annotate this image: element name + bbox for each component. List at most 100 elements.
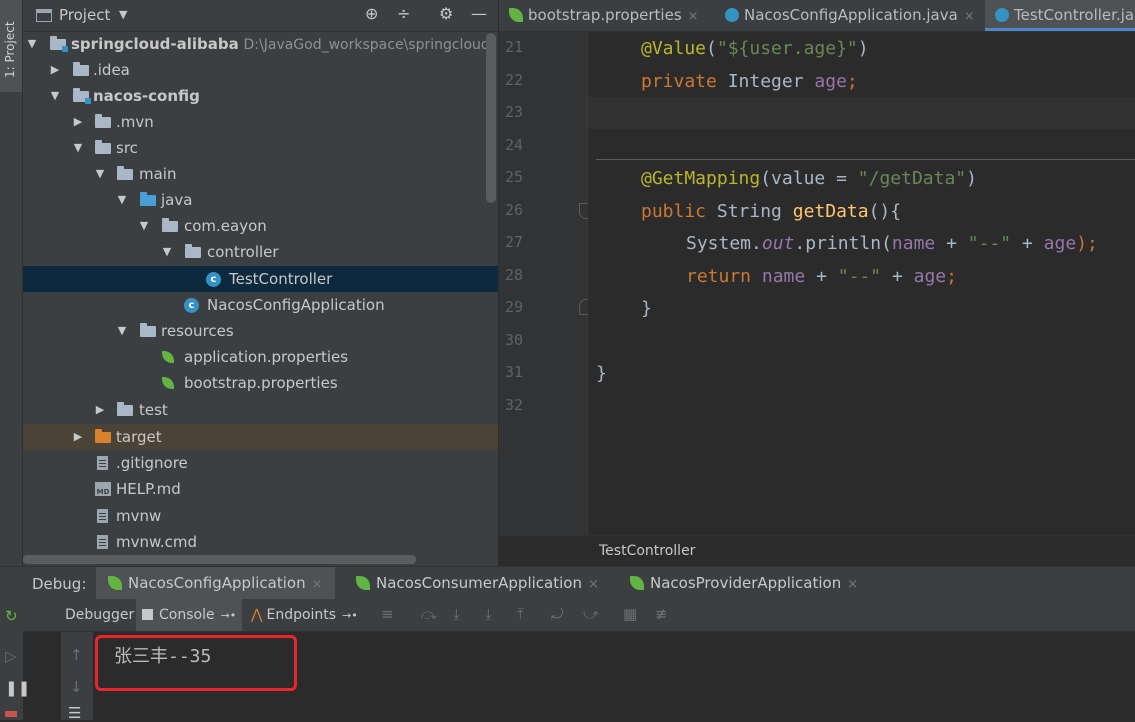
tree-item-main[interactable]: ▼ main: [23, 161, 498, 187]
tree-item-help-md[interactable]: MD HELP.md: [23, 476, 498, 502]
chevron-down-icon[interactable]: ▼: [119, 8, 127, 21]
chevron-down-icon[interactable]: ▼: [116, 187, 128, 213]
chevron-right-icon[interactable]: ▶: [72, 109, 84, 135]
close-icon[interactable]: ×: [964, 9, 975, 24]
folder-icon: [117, 402, 133, 416]
folder-icon: [73, 62, 89, 76]
folder-icon: [95, 140, 111, 154]
step-over-icon[interactable]: ⤓: [453, 605, 460, 623]
project-vertical-scrollbar[interactable]: [486, 33, 496, 203]
console-output-area[interactable]: 张三丰--35: [94, 632, 1135, 720]
trace-icon[interactable]: ≢: [655, 605, 668, 623]
tree-item-label: src: [116, 139, 138, 157]
tree-item-controller[interactable]: ▼ controller: [23, 239, 498, 265]
tree-item-test[interactable]: ▶ test: [23, 397, 498, 423]
collapse-all-icon[interactable]: ÷: [397, 4, 410, 23]
chevron-down-icon[interactable]: ▼: [49, 83, 61, 109]
folder-icon: [95, 114, 111, 128]
spring-boot-class-icon: c: [184, 298, 199, 313]
chevron-down-icon[interactable]: ▼: [138, 213, 150, 239]
chevron-right-icon[interactable]: ▶: [49, 57, 61, 83]
tab-console[interactable]: Console →•: [136, 599, 243, 631]
endpoints-icon: ⋀: [251, 607, 263, 623]
show-execution-point-icon[interactable]: ⤼: [421, 605, 437, 623]
tree-item-label: application.properties: [184, 348, 349, 366]
tree-item-bootstrap-properties[interactable]: bootstrap.properties: [23, 370, 498, 396]
tree-item-application-properties[interactable]: application.properties: [23, 344, 498, 370]
tab-debugger[interactable]: Debugger: [61, 599, 138, 631]
pause-icon[interactable]: ❚❚: [5, 679, 30, 697]
chevron-down-icon[interactable]: ▼: [161, 239, 173, 265]
tab-bootstrap-properties[interactable]: bootstrap.properties ×: [509, 0, 699, 31]
close-icon[interactable]: ×: [688, 9, 699, 24]
chevron-down-icon[interactable]: ▼: [26, 31, 38, 57]
drop-frame-icon[interactable]: ⤾: [551, 605, 564, 623]
tree-item-mvnw-cmd[interactable]: mvnw.cmd: [23, 529, 498, 555]
pin-icon[interactable]: →•: [342, 609, 358, 622]
tab-testcontroller[interactable]: TestController.ja: [985, 0, 1135, 31]
spring-properties-icon: [162, 351, 174, 363]
tree-item-gitignore[interactable]: .gitignore: [23, 450, 498, 476]
tree-item-java[interactable]: ▼ java: [23, 187, 498, 213]
close-icon[interactable]: ×: [847, 577, 858, 592]
run-to-cursor-icon[interactable]: ⤻: [583, 605, 599, 623]
tree-root-row[interactable]: ▼ springcloud-alibaba D:\JavaGod_workspa…: [23, 31, 498, 57]
pin-icon[interactable]: →•: [221, 609, 237, 622]
close-icon[interactable]: ×: [312, 577, 323, 592]
project-panel-header: Project ▼ ⊕ ÷ ⚙ —: [23, 0, 498, 32]
chevron-right-icon[interactable]: ▶: [94, 397, 106, 423]
package-icon: [162, 218, 178, 232]
tree-item-nacos-config[interactable]: ▼ nacos-config: [23, 83, 498, 109]
hide-icon[interactable]: —: [471, 4, 487, 23]
tree-item-src[interactable]: ▼ src: [23, 135, 498, 161]
chevron-down-icon[interactable]: ▼: [94, 161, 106, 187]
tool-window-stripe: 1: Project: [0, 0, 23, 566]
arrow-down-icon[interactable]: ↓: [70, 678, 83, 696]
tree-item-testcontroller[interactable]: c TestController: [23, 266, 498, 292]
line-number: 28: [505, 266, 524, 284]
code-line-22: private Integer age;: [641, 71, 858, 92]
current-line-highlight: [588, 97, 1135, 129]
tree-item-resources[interactable]: ▼ resources: [23, 318, 498, 344]
tree-item-com-eayon[interactable]: ▼ com.eayon: [23, 213, 498, 239]
tab-debug-nacosproviderapplication[interactable]: NacosProviderApplication ×: [630, 567, 858, 600]
resume-icon[interactable]: ▷: [5, 647, 17, 665]
tree-item-nacosconfigapplication[interactable]: c NacosConfigApplication: [23, 292, 498, 318]
locate-icon[interactable]: ⊕: [365, 4, 378, 23]
project-view-selector[interactable]: Project: [59, 6, 110, 24]
line-number: 23: [505, 103, 524, 121]
chevron-right-icon[interactable]: ▶: [72, 424, 84, 450]
gear-icon[interactable]: ⚙: [439, 4, 453, 23]
code-line-25: @GetMapping(value = "/getData"): [641, 168, 977, 189]
step-into-icon[interactable]: ⤓: [485, 605, 492, 623]
threads-icon[interactable]: ≡: [381, 605, 394, 623]
code-editor[interactable]: @Value("${user.age}") private Integer ag…: [588, 32, 1135, 535]
breadcrumb-item[interactable]: TestController: [599, 543, 695, 559]
tree-item-target[interactable]: ▶ target: [23, 424, 498, 450]
step-out-icon[interactable]: ⤒: [517, 605, 524, 623]
tree-item-mvnw[interactable]: mvnw: [23, 503, 498, 529]
tree-item-mvn[interactable]: ▶ .mvn: [23, 109, 498, 135]
module-folder-icon: [50, 36, 68, 52]
tree-item-label: HELP.md: [116, 480, 181, 498]
tab-debug-nacosconfigapplication[interactable]: NacosConfigApplication ×: [96, 567, 335, 600]
chevron-down-icon[interactable]: ▼: [72, 135, 84, 161]
project-window-icon: [36, 9, 52, 22]
console-side-toolbar: ↑ ↓ ☰: [61, 632, 93, 722]
code-line-26: public String getData(){: [641, 201, 902, 222]
rerun-icon[interactable]: ↻: [5, 607, 18, 625]
stop-icon[interactable]: [5, 711, 17, 717]
line-number: 27: [505, 233, 524, 251]
evaluate-icon[interactable]: ▦: [623, 605, 637, 623]
close-icon[interactable]: ×: [588, 577, 599, 592]
soft-wrap-icon[interactable]: ☰: [68, 704, 81, 722]
chevron-down-icon[interactable]: ▼: [116, 318, 128, 344]
tab-endpoints[interactable]: ⋀ Endpoints →•: [251, 599, 358, 631]
project-horizontal-scrollbar[interactable]: [23, 555, 416, 564]
arrow-up-icon[interactable]: ↑: [70, 646, 83, 664]
tab-nacosconfigapplication[interactable]: NacosConfigApplication.java ×: [725, 0, 975, 31]
tree-item-idea[interactable]: ▶ .idea: [23, 57, 498, 83]
project-tool-window-tab[interactable]: 1: Project: [0, 0, 22, 92]
tab-debug-nacosconsumerapplication[interactable]: NacosConsumerApplication ×: [356, 567, 599, 600]
tree-item-label: target: [116, 428, 162, 446]
